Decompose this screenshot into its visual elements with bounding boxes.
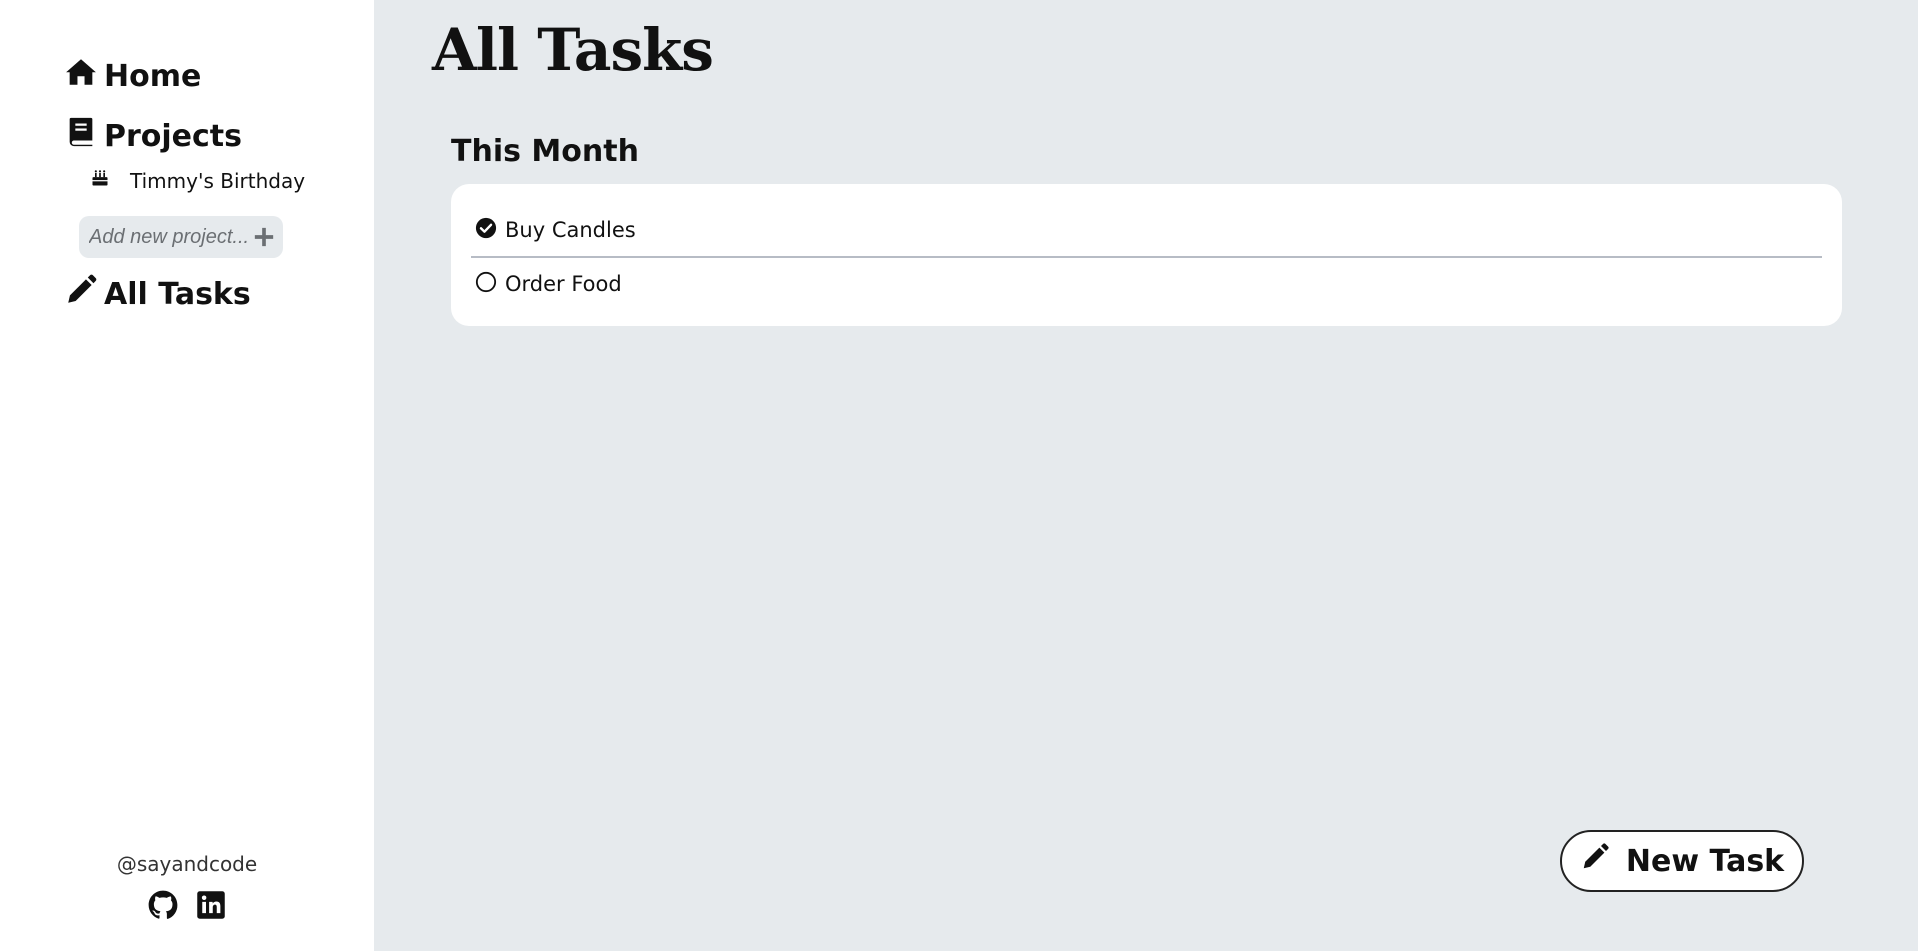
nav-projects-label: Projects [104,118,243,154]
birthday-cake-icon [90,168,110,193]
task-item[interactable]: Buy Candles [471,204,1822,256]
task-item[interactable]: Order Food [471,256,1822,310]
project-item-label: Timmy's Birthday [130,168,306,193]
pencil-icon [64,273,98,315]
project-item-timmys-birthday[interactable]: Timmy's Birthday [90,168,305,193]
pencil-icon [1580,842,1610,880]
new-task-label: New Task [1625,843,1785,879]
page-title: All Tasks [432,16,714,84]
task-list-card: Buy Candles Order Food [451,184,1842,326]
checked-circle-icon[interactable] [475,217,497,244]
book-icon [64,115,98,157]
home-icon [64,55,98,97]
new-task-button[interactable]: New Task [1560,830,1804,892]
nav-projects[interactable]: Projects [64,116,242,156]
social-links [0,890,374,924]
linkedin-icon[interactable] [196,890,226,924]
sidebar: Home Projects Timmy's Birthday Add new p… [0,0,374,951]
task-label: Order Food [505,272,622,296]
section-title: This Month [451,134,639,169]
add-project-input[interactable] [89,225,251,249]
github-icon[interactable] [148,890,178,924]
author-handle: @sayandcode [116,852,258,876]
nav-all-tasks-label: All Tasks [104,276,251,312]
nav-all-tasks[interactable]: All Tasks [64,274,251,314]
task-label: Buy Candles [505,218,636,242]
plus-icon[interactable] [253,226,275,248]
main-content: All Tasks This Month Buy Candles Order F… [374,0,1918,951]
nav-home[interactable]: Home [64,56,201,96]
app: Home Projects Timmy's Birthday Add new p… [0,0,1918,951]
nav-home-label: Home [104,58,202,94]
add-project-field [79,216,283,258]
sidebar-footer: @sayandcode [0,852,374,924]
empty-circle-icon[interactable] [475,271,497,298]
